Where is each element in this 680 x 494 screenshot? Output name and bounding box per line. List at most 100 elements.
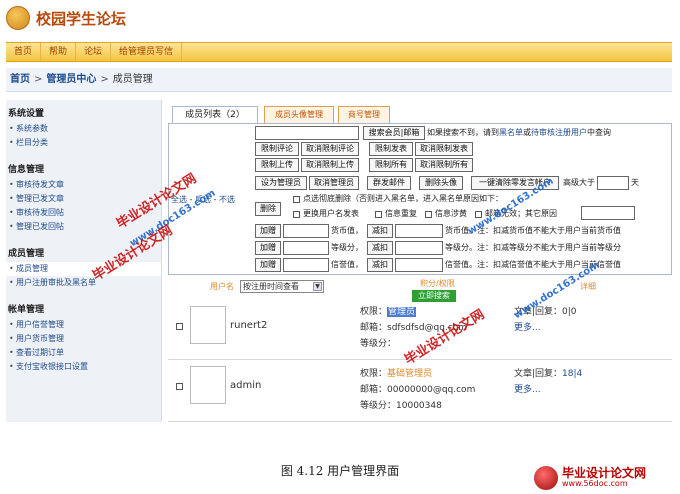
set-admin-button[interactable]: 设为管理员 (255, 176, 307, 190)
add-credit-input[interactable] (283, 258, 329, 272)
user-name[interactable]: admin (230, 380, 261, 391)
level-unit-label: 等级分， (331, 243, 363, 252)
user-post-count: 0|0 (562, 307, 577, 317)
delete-avatar-button[interactable]: 删除头像 (419, 176, 463, 190)
more-link[interactable]: 更多... (514, 382, 582, 398)
sidebar-item-currency[interactable]: 用户货币管理 (6, 332, 161, 346)
breadcrumb-home[interactable]: 首页 (10, 74, 30, 85)
more-link[interactable]: 更多... (514, 320, 577, 336)
reason-duplicate-label: 信息重复 (385, 209, 417, 218)
reason-email-checkbox[interactable] (475, 211, 482, 218)
search-input[interactable] (255, 126, 359, 140)
sub-level-button[interactable]: 减扣 (367, 241, 393, 255)
nav-help-link[interactable]: 帮助 (41, 43, 77, 61)
other-reason-input[interactable] (581, 206, 635, 220)
sort-order-select[interactable]: 按注册时间查看 ▼ (240, 280, 324, 293)
admin-sidebar: 系统设置 系统参数 栏目分类 信息管理 审核待发文章 管理已发文章 审核待发回帖… (6, 100, 162, 422)
site-header: 校园学生论坛 (0, 0, 680, 40)
reason-porn-label: 信息涉黄 (435, 209, 467, 218)
user-avatar (190, 306, 226, 344)
row-select-checkbox[interactable] (176, 383, 183, 390)
blacklist-link[interactable]: 黑名单 (499, 128, 523, 137)
user-stats: 文章|回复：18|4 更多... (514, 366, 582, 398)
username-column-header: 用户名 (210, 282, 234, 291)
user-meta: 权限：基础管理员 邮箱：00000000@qq.com 等级分：10000348 (360, 369, 476, 411)
days-input[interactable] (597, 176, 629, 190)
top-nav: 首页 帮助 论坛 给管理员写信 (6, 42, 672, 62)
sidebar-group-title: 帐单管理 (8, 305, 45, 315)
delete-button[interactable]: 删除 (255, 202, 281, 216)
senior-label: 高级大于 (563, 178, 595, 187)
credit-unit-label: 信誉值， (331, 260, 363, 269)
delete-option-label: 点选彻底删除（否则进入黑名单，进入黑名单原因如下： (303, 194, 503, 203)
forum-logo-icon (6, 6, 30, 30)
unrestrict-all-button[interactable]: 取消限制所有 (415, 158, 473, 172)
add-credit-button[interactable]: 加赠 (255, 258, 281, 272)
sub-currency-input[interactable] (395, 224, 443, 238)
reason-username-checkbox[interactable] (293, 211, 300, 218)
sidebar-item-review-articles[interactable]: 审核待发文章 (6, 178, 161, 192)
sub-credit-button[interactable]: 减扣 (367, 258, 393, 272)
sub-currency-button[interactable]: 减扣 (367, 224, 393, 238)
breadcrumb-admin-center[interactable]: 管理员中心 (46, 74, 96, 85)
reason-porn-checkbox[interactable] (425, 211, 432, 218)
unrestrict-comment-button[interactable]: 取消限制评论 (301, 142, 359, 156)
add-level-input[interactable] (283, 241, 329, 255)
sidebar-item-expired-orders[interactable]: 查看过期订单 (6, 346, 161, 360)
detail-column-header: 详细 (580, 282, 596, 291)
sub-level-input[interactable] (395, 241, 443, 255)
tab-member-list[interactable]: 成员列表（2） (172, 106, 258, 124)
reason-duplicate-checkbox[interactable] (375, 211, 382, 218)
member-toolbar-panel: 搜索会员|邮箱 如果搜索不到，请到黑名单或待审核注册用户中查询 限制评论 取消限… (168, 123, 672, 275)
add-currency-button[interactable]: 加赠 (255, 224, 281, 238)
sidebar-item-registration-blacklist[interactable]: 用户注册审批及黑名单 (6, 276, 161, 290)
user-role: 管理员 (387, 307, 417, 317)
restrict-comment-button[interactable]: 限制评论 (255, 142, 299, 156)
sub-credit-input[interactable] (395, 258, 443, 272)
site-logo-text: 校园学生论坛 (36, 10, 127, 28)
restrict-all-button[interactable]: 限制所有 (369, 158, 413, 172)
restrict-upload-button[interactable]: 限制上传 (255, 158, 299, 172)
reason-username-label: 更换用户名发表 (303, 209, 359, 218)
nav-home-link[interactable]: 首页 (6, 43, 42, 61)
sidebar-item-credit[interactable]: 用户信誉管理 (6, 318, 161, 332)
brand-url: www.56doc.com (562, 479, 628, 488)
user-level: 10000348 (396, 401, 442, 411)
currency-unit-label: 货币值， (331, 226, 363, 235)
breadcrumb: 首页 > 管理员中心 > 成员管理 (6, 68, 672, 92)
sidebar-item-system-params[interactable]: 系统参数 (6, 122, 161, 136)
unrestrict-post-button[interactable]: 取消限制发表 (415, 142, 473, 156)
level-note: 等级分。注：扣减等级分不能大于用户当前等级分 (445, 243, 621, 252)
user-name[interactable]: runert2 (230, 320, 267, 331)
sidebar-item-alipay-settings[interactable]: 支付宝收银接口设置 (6, 360, 161, 374)
unset-admin-button[interactable]: 取消管理员 (309, 176, 359, 190)
table-row: admin 权限：基础管理员 邮箱：00000000@qq.com 等级分：10… (168, 360, 672, 422)
brand-corner: 毕业设计论文网 www.56doc.com (534, 464, 676, 492)
unrestrict-upload-button[interactable]: 取消限制上传 (301, 158, 359, 172)
search-hint: 如果搜索不到，请到黑名单或待审核注册用户中查询 (427, 128, 611, 137)
user-post-count: 18|4 (562, 369, 583, 379)
sort-order-value: 按注册时间查看 (243, 282, 299, 291)
score-column-header: 积分/权限 (420, 279, 455, 288)
mass-email-button[interactable]: 群发邮件 (367, 176, 411, 190)
sidebar-item-categories[interactable]: 栏目分类 (6, 136, 161, 150)
row-select-checkbox[interactable] (176, 323, 183, 330)
tab-avatar-manage[interactable]: 成员头像管理 (264, 106, 334, 124)
select-none-link[interactable]: 不选 (219, 195, 235, 204)
breadcrumb-current: 成员管理 (112, 74, 153, 85)
nav-write-admin-link[interactable]: 给管理员写信 (111, 43, 183, 61)
add-level-button[interactable]: 加赠 (255, 241, 281, 255)
user-avatar (190, 366, 226, 404)
sidebar-item-members[interactable]: 成员管理 (6, 262, 161, 276)
search-member-button[interactable]: 搜索会员|邮箱 (363, 126, 425, 140)
pending-users-link[interactable]: 待审核注册用户 (531, 128, 587, 137)
delete-permanently-checkbox[interactable] (293, 196, 300, 203)
days-unit: 天 (631, 178, 639, 187)
sidebar-group-title: 信息管理 (8, 165, 45, 175)
restrict-post-button[interactable]: 限制发表 (369, 142, 413, 156)
tab-shop-manage[interactable]: 商号管理 (338, 106, 390, 124)
nav-forum-link[interactable]: 论坛 (76, 43, 112, 61)
user-role: 基础管理员 (387, 369, 433, 379)
add-currency-input[interactable] (283, 224, 329, 238)
sidebar-group-title: 系统设置 (8, 109, 45, 119)
